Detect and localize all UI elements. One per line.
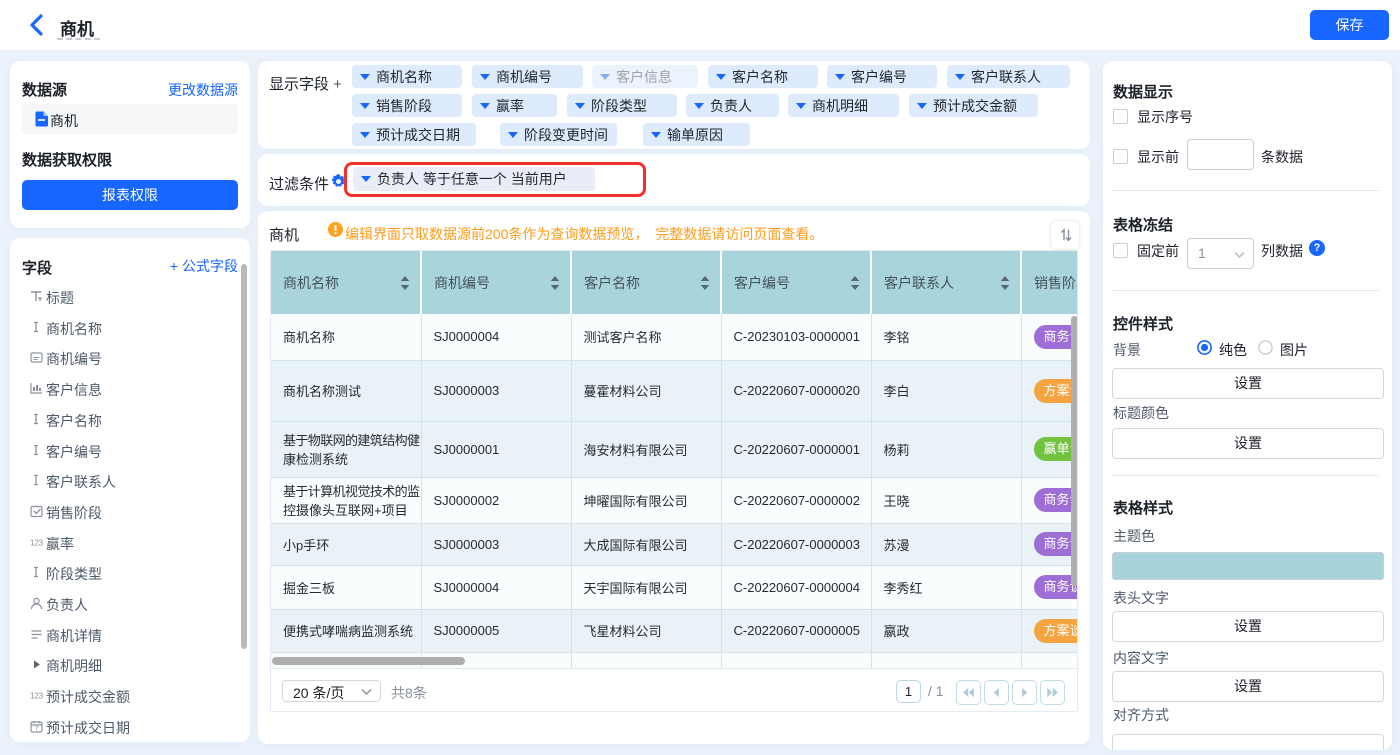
svg-text:123: 123	[30, 692, 44, 701]
svg-text:123: 123	[30, 538, 44, 547]
